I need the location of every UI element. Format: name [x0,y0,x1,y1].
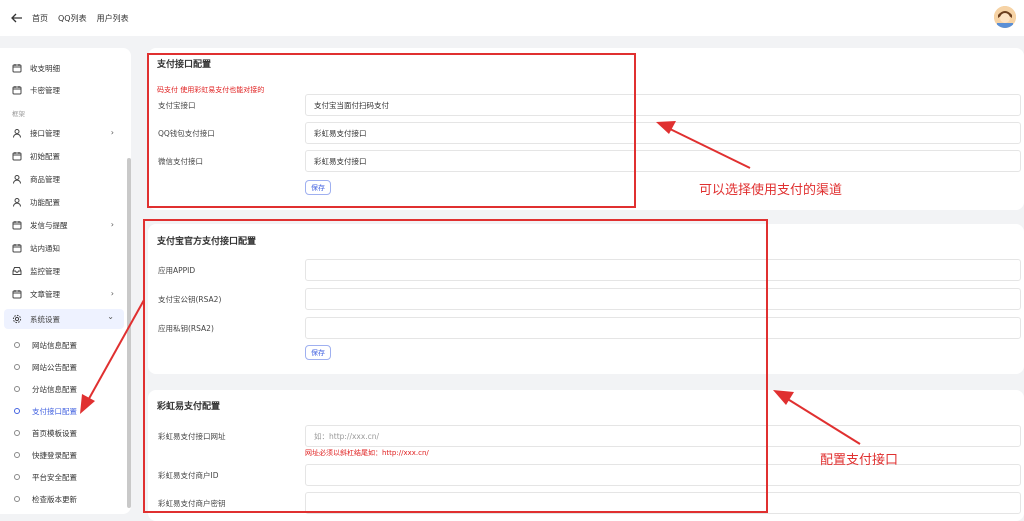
annotation-text-channel: 可以选择使用支付的渠道 [699,183,843,198]
arrow-to-payment-box [656,121,751,169]
annotation-arrows [80,121,861,445]
arrow-to-config-box [773,390,861,445]
arrow-to-sidebar-item [80,299,145,414]
annotation-text-config: 配置支付接口 [820,453,899,468]
